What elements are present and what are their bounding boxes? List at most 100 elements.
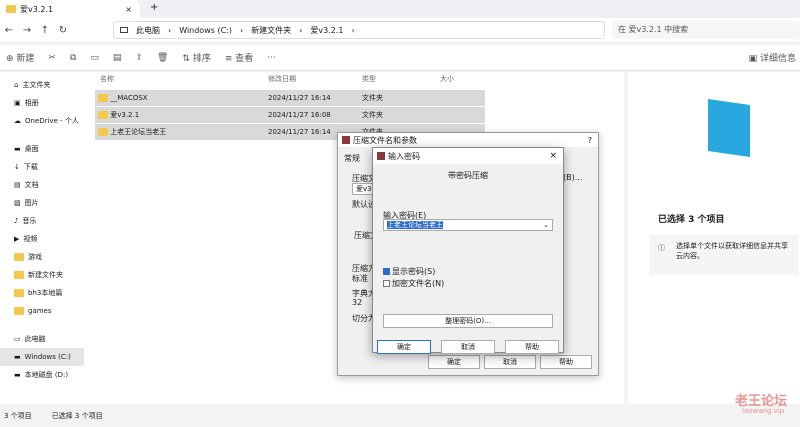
hint-text: 选择单个文件以获取详细信息并共享云内容。 xyxy=(676,242,788,260)
sidebar-item-bh3[interactable]: bh3本地篇 xyxy=(0,284,84,302)
browse-button[interactable]: (B)... xyxy=(563,173,582,182)
column-type[interactable]: 类型 xyxy=(362,74,440,86)
sidebar-item-games[interactable]: 游戏 xyxy=(0,248,84,266)
paste-icon[interactable]: ▭ xyxy=(90,53,99,63)
file-type: 文件夹 xyxy=(362,111,383,119)
method-value[interactable]: 标准 xyxy=(352,273,368,284)
folder-icon xyxy=(14,271,24,279)
back-icon[interactable]: ← xyxy=(0,25,18,36)
sidebar-item-drive-d[interactable]: ▬ 本地磁盘 (D:) xyxy=(0,366,84,384)
sidebar-item-label: 下载 xyxy=(23,163,38,171)
password-text: 上老王论坛当老王 xyxy=(387,221,443,229)
ok-button[interactable]: 确定 xyxy=(428,355,480,369)
breadcrumb[interactable]: 此电脑 › Windows (C:) › 新建文件夹 › 爱v3.2.1 › xyxy=(113,21,605,39)
sidebar-item-this-pc[interactable]: ▭ 此电脑 xyxy=(0,330,84,348)
new-button[interactable]: ⊕ 新建 xyxy=(6,51,34,64)
sidebar-item-gallery[interactable]: ▣ 相册 xyxy=(0,94,84,112)
selected-count: 已选择 3 个项目 xyxy=(51,412,103,420)
details-label: 详细信息 xyxy=(759,54,796,64)
column-name[interactable]: 名称 xyxy=(100,74,268,86)
sidebar-item-desktop[interactable]: ▬ 桌面 xyxy=(0,140,84,158)
column-size[interactable]: 大小 xyxy=(440,74,454,86)
sidebar-item-home[interactable]: ⌂ 主文件夹 xyxy=(0,76,84,94)
sidebar-item-label: 此电脑 xyxy=(24,335,46,343)
column-headers: 名称 修改日期 类型 大小 xyxy=(100,74,490,86)
video-icon: ▶ xyxy=(14,235,20,243)
details-button[interactable]: ▣ 详细信息 xyxy=(749,51,796,64)
sidebar-item-games-folder[interactable]: games xyxy=(0,302,84,320)
copy-icon[interactable]: ⧉ xyxy=(70,53,76,63)
sidebar-item-downloads[interactable]: ↓ 下载 xyxy=(0,158,84,176)
sidebar-item-label: games xyxy=(28,307,52,315)
table-row[interactable]: __MACOSX 2024/11/27 16:14 文件夹 xyxy=(95,90,485,106)
tab-active[interactable]: 爱v3.2.1 × xyxy=(0,0,140,18)
sidebar-item-label: 新建文件夹 xyxy=(28,271,63,279)
sidebar-item-pictures[interactable]: ▨ 图片 xyxy=(0,194,84,212)
monitor-icon xyxy=(120,27,128,33)
forward-icon[interactable]: → xyxy=(18,25,36,36)
help-button[interactable]: 帮助 xyxy=(505,340,559,354)
checkbox-icon xyxy=(383,280,390,287)
more-button[interactable]: ··· xyxy=(267,53,276,63)
new-tab-button[interactable]: + xyxy=(150,2,158,13)
chevron-down-icon[interactable]: ⌄ xyxy=(543,220,549,230)
sidebar-item-label: Windows (C:) xyxy=(24,353,71,361)
breadcrumb-item[interactable]: 新建文件夹 xyxy=(251,25,291,36)
cancel-button[interactable]: 取消 xyxy=(441,340,495,354)
new-label: 新建 xyxy=(16,54,35,64)
refresh-icon[interactable]: ↻ xyxy=(54,25,72,36)
details-pane: 已选择 3 个项目 ⓘ 选择单个文件以获取详细信息并共享云内容。 xyxy=(628,72,800,404)
cut-icon[interactable]: ✂ xyxy=(48,53,56,63)
desktop-icon: ▬ xyxy=(14,145,21,153)
table-row[interactable]: 爱v3.2.1 2024/11/27 16:08 文件夹 xyxy=(95,107,485,123)
drive-icon: ▬ xyxy=(14,371,21,379)
up-icon[interactable]: ↑ xyxy=(36,25,54,36)
breadcrumb-item[interactable]: 此电脑 xyxy=(136,25,160,36)
sidebar-item-label: OneDrive - 个人 xyxy=(25,117,79,125)
breadcrumb-item[interactable]: 爱v3.2.1 xyxy=(310,25,343,36)
show-password-checkbox[interactable]: 显示密码(S) xyxy=(383,266,435,277)
tab-close-button[interactable]: × xyxy=(125,5,132,14)
share-icon[interactable]: ⇪ xyxy=(135,53,143,63)
dict-value[interactable]: 32 xyxy=(352,298,362,307)
item-count: 3 个项目 xyxy=(4,412,32,420)
file-type: 文件夹 xyxy=(362,94,383,102)
file-date: 2024/11/27 16:14 xyxy=(268,94,331,102)
archive-dialog-title: 压缩文件名和参数 xyxy=(353,135,417,145)
folder-icon xyxy=(98,94,108,102)
folder-icon xyxy=(14,289,24,297)
sidebar-item-onedrive[interactable]: ☁ OneDrive - 个人 xyxy=(0,112,84,130)
sidebar-item-music[interactable]: ♪ 音乐 xyxy=(0,212,84,230)
sidebar-item-label: 游戏 xyxy=(28,253,42,261)
view-button[interactable]: ≡ 查看 xyxy=(225,51,253,64)
search-input[interactable]: 在 爱v3.2.1 中搜索 xyxy=(612,21,800,39)
delete-icon[interactable]: 🗑 xyxy=(157,53,168,63)
cancel-button[interactable]: 取消 xyxy=(484,355,536,369)
close-icon[interactable]: × xyxy=(549,151,557,161)
sidebar-item-label: 音乐 xyxy=(22,217,37,225)
folder-icon xyxy=(98,111,108,119)
sidebar-item-label: 桌面 xyxy=(24,145,39,153)
rename-icon[interactable]: ▤ xyxy=(113,53,122,63)
ok-button[interactable]: 确定 xyxy=(377,340,431,354)
breadcrumb-item[interactable]: Windows (C:) xyxy=(179,26,232,35)
encrypt-names-checkbox[interactable]: 加密文件名(N) xyxy=(383,278,444,289)
help-button[interactable]: 帮助 xyxy=(540,355,592,369)
column-date[interactable]: 修改日期 xyxy=(268,74,362,86)
document-icon: ▤ xyxy=(14,181,21,189)
view-label: 查看 xyxy=(235,54,254,64)
navigation-pane: ⌂ 主文件夹 ▣ 相册 ☁ OneDrive - 个人 ▬ 桌面 ↓ 下载 ▤ 文档 ▨ 图片… xyxy=(0,72,84,404)
watermark-url: laowang.vip xyxy=(742,407,785,415)
sidebar-item-new-folder[interactable]: 新建文件夹 xyxy=(0,266,84,284)
drive-icon: ▬ xyxy=(14,353,21,361)
tab-general[interactable]: 常规 xyxy=(344,153,360,164)
sidebar-item-documents[interactable]: ▤ 文档 xyxy=(0,176,84,194)
sort-button[interactable]: ⇅ 排序 xyxy=(182,51,210,64)
status-bar: 3 个项目 已选择 3 个项目 xyxy=(0,405,800,427)
organize-passwords-button[interactable]: 整理密码(O)... xyxy=(383,314,553,328)
help-icon[interactable]: ? xyxy=(588,136,592,145)
selection-title: 已选择 3 个项目 xyxy=(658,215,725,225)
password-input[interactable]: 上老王论坛当老王 ⌄ xyxy=(383,219,553,231)
sidebar-item-drive-c[interactable]: ▬ Windows (C:) xyxy=(0,348,84,366)
sidebar-item-videos[interactable]: ▶ 视频 xyxy=(0,230,84,248)
